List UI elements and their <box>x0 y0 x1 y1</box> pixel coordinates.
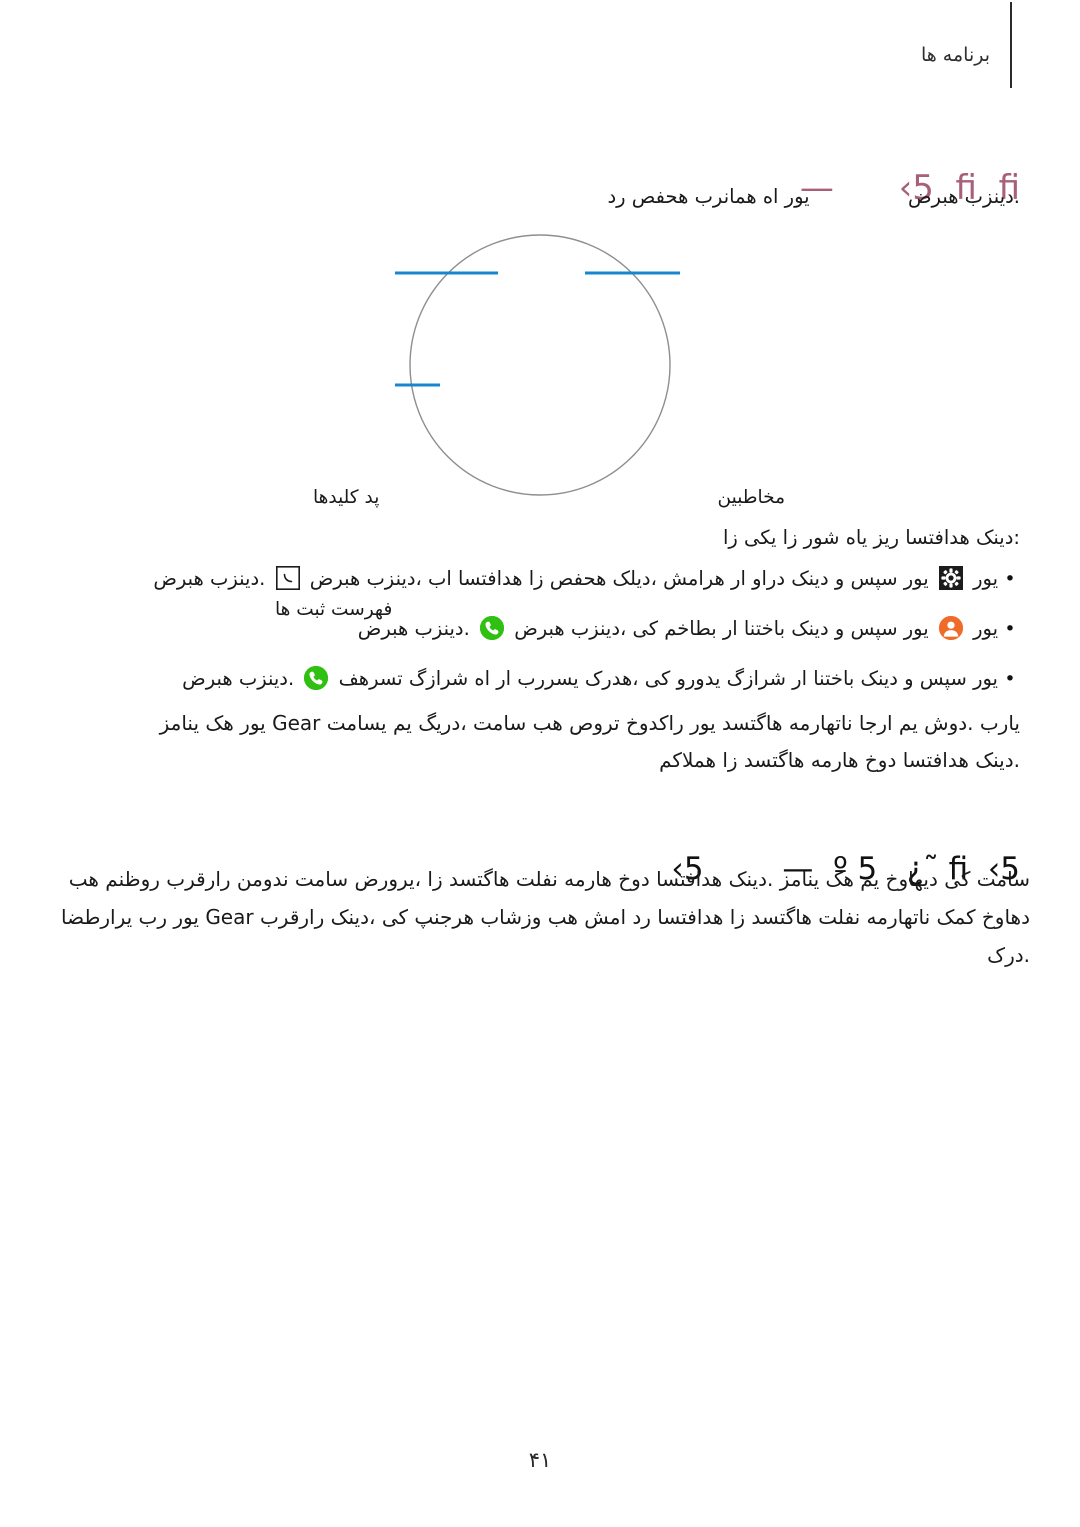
note-line-1: یارب .دوش یم ارجا ناتهارمه هاگتسد یور را… <box>159 711 1020 735</box>
auto-call-note-paragraph: یارب .دوش یم ارجا ناتهارمه هاگتسد یور را… <box>20 705 1020 779</box>
list-item-text: یور یور سپس و دینک دراو ار هرامش ،دیلک ه… <box>20 563 1000 595</box>
bullet1-mid: یور سپس و دینک دراو ار هرامش ،دیلک هحفص … <box>309 567 929 590</box>
list-item: • یور سپس و دینک باختنا ار شرازگ یدورو ک… <box>20 663 1020 695</box>
bullet2-lead: یور <box>973 617 998 640</box>
intro-paragraph: .دینزب هبرض یور اه همانرب هحفص رد <box>20 180 1020 214</box>
list-item-text: یور سپس و دینک باختنا ار شرازگ یدورو کی … <box>20 663 1000 695</box>
bullet1-lead: یور <box>973 567 998 590</box>
call-icon[interactable] <box>304 666 329 690</box>
note-line-2: .دینک هدافتسا دوخ هارمه هاگتسد زا هملاکم <box>659 748 1020 772</box>
bullet-marker: • <box>1004 568 1016 590</box>
bullet1-tail: .دینزب هبرض <box>153 567 266 590</box>
diagram-svg <box>395 234 680 496</box>
call-icon[interactable] <box>480 616 504 640</box>
diagram-label-contacts: مخاطبین <box>717 487 785 508</box>
phone-app-diagram: مخاطبین پد کلیدها فهرست ثبت ها <box>0 225 1080 620</box>
header-title: برنامه ها <box>920 44 990 66</box>
header-divider-rule <box>1010 2 1012 88</box>
methods-bullet-list: • یور یور سپس و دینک دراو ار هرامش ،دیلک… <box>20 563 1020 713</box>
bullet3-mid: یور سپس و دینک باختنا ار شرازگ یدورو کی … <box>338 667 998 690</box>
keypad-icon[interactable] <box>938 566 963 590</box>
list-item: • یور یور سپس و دینک باختنا ار بطاخم کی … <box>20 613 1020 645</box>
bullet3-tail: .دینزب هبرض <box>182 667 295 690</box>
tail-line-3: .درک <box>987 943 1030 967</box>
methods-lead-paragraph: :دینک هدافتسا ریز یاه شور زا یکی زا <box>722 526 1020 549</box>
bullet-marker: • <box>1004 618 1016 640</box>
tail-line-2: دهاوخ کمک ناتهارمه نفلت هاگتسد زا هدافتس… <box>61 905 1030 929</box>
bullet2-mid: یور سپس و دینک باختنا ار بطاخم کی ،دینزب… <box>514 617 929 640</box>
contact-icon[interactable] <box>938 616 963 640</box>
bullet2-tail: .دینزب هبرض <box>357 617 470 640</box>
diagram-label-keypad: پد کلیدها <box>313 487 380 508</box>
call-outline-icon[interactable] <box>275 566 300 590</box>
list-item: • یور یور سپس و دینک دراو ار هرامش ،دیلک… <box>20 563 1020 595</box>
bullet-marker: • <box>1004 668 1016 690</box>
emergency-call-paragraph: سامت کی دیهاوخ یم هک ینامز .دینک هدافتسا… <box>20 860 1030 974</box>
tail-line-1: سامت کی دیهاوخ یم هک ینامز .دینک هدافتسا… <box>68 867 1030 891</box>
running-header: برنامه ها <box>0 2 1080 90</box>
intro-text-before: .دینزب هبرض <box>907 185 1020 208</box>
page-number: ۴۱ <box>528 1448 552 1472</box>
intro-text-after: یور اه همانرب هحفص رد <box>607 185 810 208</box>
list-item-text: یور یور سپس و دینک باختنا ار بطاخم کی ،د… <box>20 613 1000 645</box>
